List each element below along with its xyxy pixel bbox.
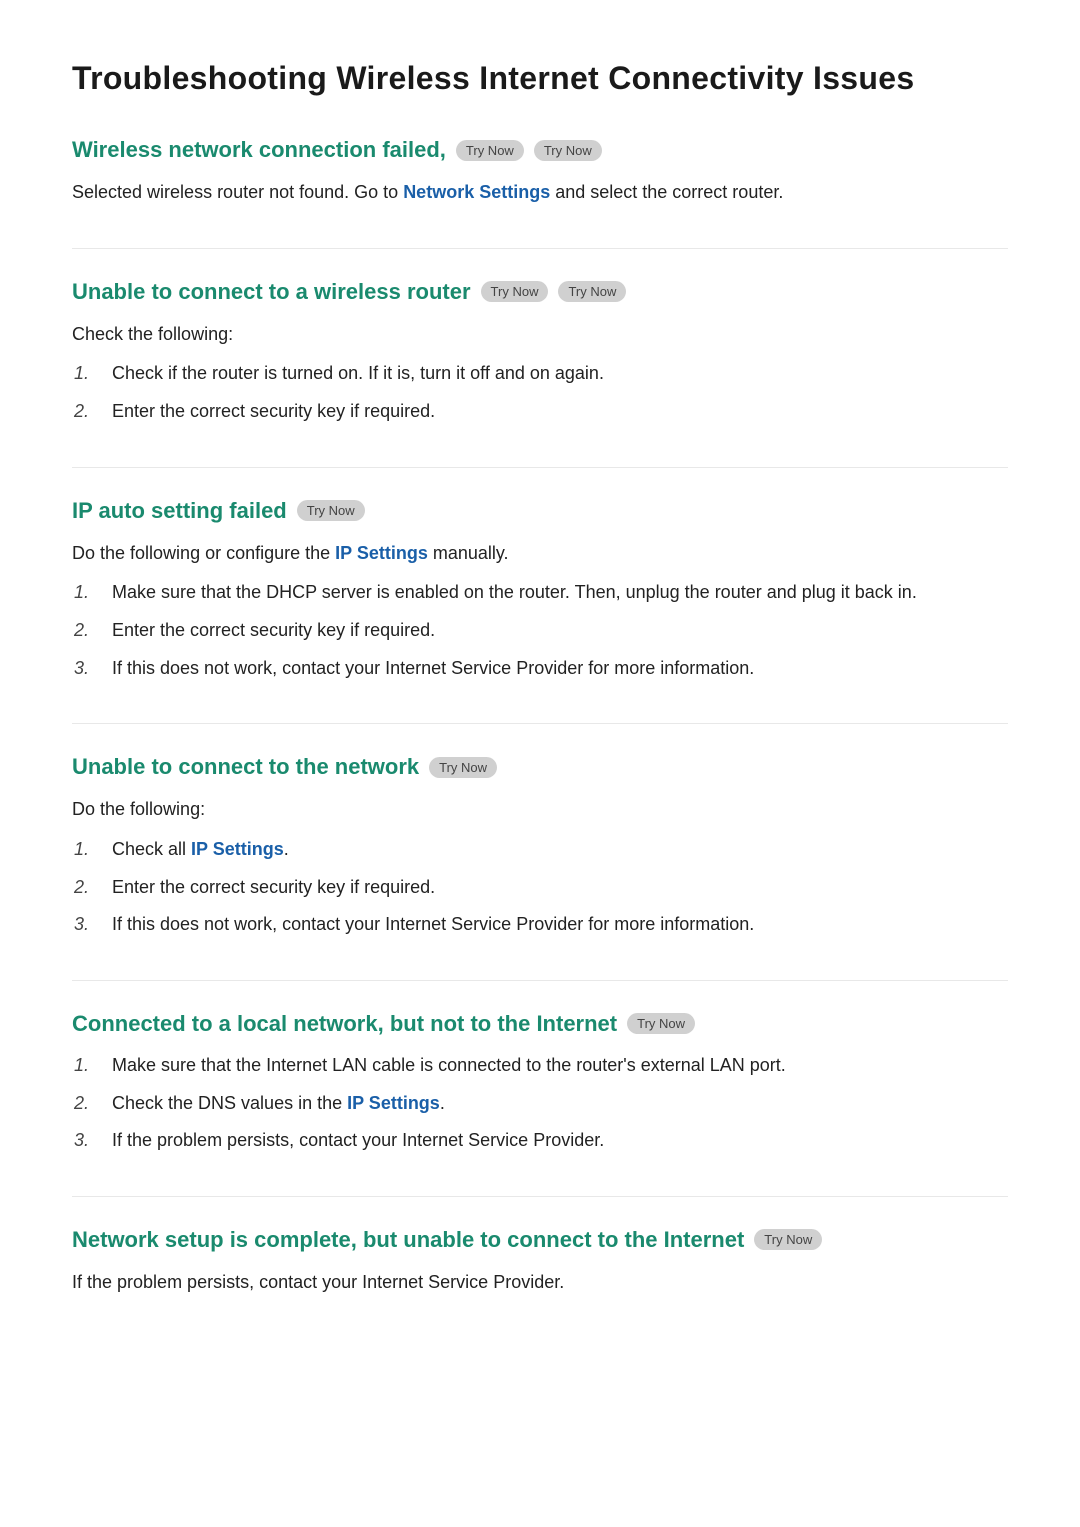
network-settings-link[interactable]: Network Settings (403, 182, 550, 202)
try-now-button-6[interactable]: Try Now (754, 1229, 822, 1250)
unable-router-intro: Check the following: (72, 319, 1008, 350)
section-title-setup-complete: Network setup is complete, but unable to… (72, 1227, 744, 1253)
section-body-wireless-failed: Selected wireless router not found. Go t… (72, 177, 1008, 208)
ip-settings-link-1[interactable]: IP Settings (335, 543, 428, 563)
list-item: If the problem persists, contact your In… (102, 1126, 1008, 1156)
ip-auto-failed-list: Make sure that the DHCP server is enable… (72, 578, 1008, 683)
section-header-unable-network: Unable to connect to the network Try Now (72, 754, 1008, 780)
section-unable-network: Unable to connect to the network Try Now… (72, 723, 1008, 940)
section-header-setup-complete: Network setup is complete, but unable to… (72, 1227, 1008, 1253)
section-unable-router: Unable to connect to a wireless router T… (72, 248, 1008, 427)
section-body-setup-complete: If the problem persists, contact your In… (72, 1267, 1008, 1298)
section-connected-local: Connected to a local network, but not to… (72, 980, 1008, 1156)
list-item: Enter the correct security key if requir… (102, 873, 1008, 903)
list-item: Make sure that the Internet LAN cable is… (102, 1051, 1008, 1081)
try-now-button-5[interactable]: Try Now (627, 1013, 695, 1034)
section-header-connected-local: Connected to a local network, but not to… (72, 1011, 1008, 1037)
ip-settings-link-2[interactable]: IP Settings (191, 839, 284, 859)
section-wireless-failed: Wireless network connection failed, Try … (72, 137, 1008, 208)
section-title-wireless-failed: Wireless network connection failed, (72, 137, 446, 163)
page-title: Troubleshooting Wireless Internet Connec… (72, 60, 1008, 97)
section-title-unable-network: Unable to connect to the network (72, 754, 419, 780)
try-now-button-1b[interactable]: Try Now (534, 140, 602, 161)
list-item: If this does not work, contact your Inte… (102, 654, 1008, 684)
section-body-unable-router: Check the following: Check if the router… (72, 319, 1008, 427)
ip-auto-failed-intro: Do the following or configure the IP Set… (72, 538, 1008, 569)
try-now-button-4[interactable]: Try Now (429, 757, 497, 778)
list-item: Enter the correct security key if requir… (102, 616, 1008, 646)
section-header: Wireless network connection failed, Try … (72, 137, 1008, 163)
section-body-connected-local: Make sure that the Internet LAN cable is… (72, 1051, 1008, 1156)
unable-router-list: Check if the router is turned on. If it … (72, 359, 1008, 426)
section-body-ip-auto-failed: Do the following or configure the IP Set… (72, 538, 1008, 684)
section-header-unable-router: Unable to connect to a wireless router T… (72, 279, 1008, 305)
section-title-connected-local: Connected to a local network, but not to… (72, 1011, 617, 1037)
list-item: Check all IP Settings. (102, 835, 1008, 865)
list-item: Enter the correct security key if requir… (102, 397, 1008, 427)
try-now-button-3[interactable]: Try Now (297, 500, 365, 521)
connected-local-list: Make sure that the Internet LAN cable is… (72, 1051, 1008, 1156)
section-ip-auto-failed: IP auto setting failed Try Now Do the fo… (72, 467, 1008, 684)
setup-complete-text: If the problem persists, contact your In… (72, 1267, 1008, 1298)
unable-network-list: Check all IP Settings. Enter the correct… (72, 835, 1008, 940)
list-item: If this does not work, contact your Inte… (102, 910, 1008, 940)
wireless-failed-text: Selected wireless router not found. Go t… (72, 177, 1008, 208)
section-header-ip-auto-failed: IP auto setting failed Try Now (72, 498, 1008, 524)
try-now-button-1a[interactable]: Try Now (456, 140, 524, 161)
list-item: Check the DNS values in the IP Settings. (102, 1089, 1008, 1119)
section-title-unable-router: Unable to connect to a wireless router (72, 279, 471, 305)
list-item: Check if the router is turned on. If it … (102, 359, 1008, 389)
unable-network-intro: Do the following: (72, 794, 1008, 825)
try-now-button-2a[interactable]: Try Now (481, 281, 549, 302)
try-now-button-2b[interactable]: Try Now (558, 281, 626, 302)
section-body-unable-network: Do the following: Check all IP Settings.… (72, 794, 1008, 940)
ip-settings-link-3[interactable]: IP Settings (347, 1093, 440, 1113)
section-setup-complete: Network setup is complete, but unable to… (72, 1196, 1008, 1298)
list-item: Make sure that the DHCP server is enable… (102, 578, 1008, 608)
section-title-ip-auto-failed: IP auto setting failed (72, 498, 287, 524)
